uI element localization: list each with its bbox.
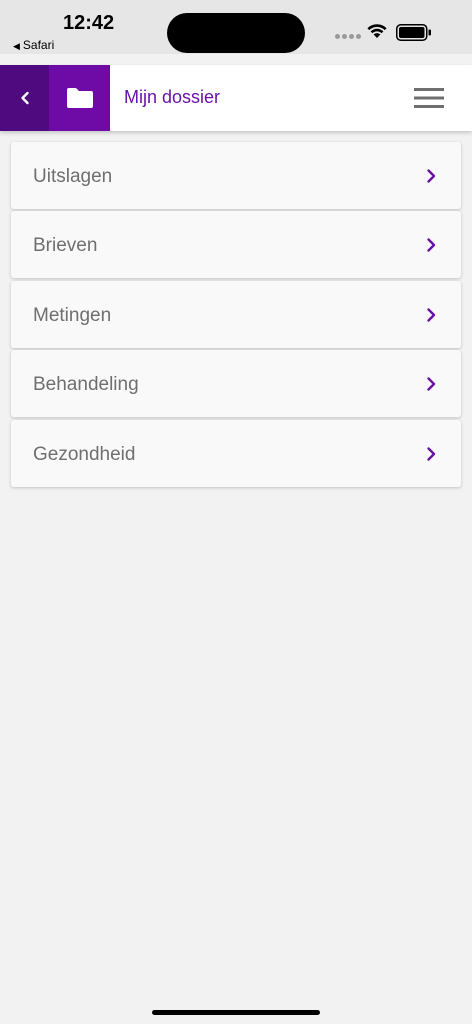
list-item-label: Uitslagen: [33, 166, 113, 187]
battery-icon: [396, 24, 431, 41]
page-title: Mijn dossier: [124, 87, 221, 107]
status-time: 12:42: [63, 12, 115, 34]
chevron-right-icon: [427, 377, 436, 391]
chevron-right-icon: [427, 446, 436, 461]
hamburger-menu-button[interactable]: [404, 79, 454, 117]
dynamic-island: [167, 13, 305, 53]
list-item-label: Brieven: [33, 235, 98, 257]
app-header: Mijn dossier: [0, 65, 472, 131]
list-item-brieven[interactable]: Brieven: [11, 211, 461, 279]
back-button[interactable]: [0, 65, 49, 131]
back-to-app-link[interactable]: ◀ Safari: [13, 38, 54, 52]
cellular-signal-icon: [335, 34, 361, 39]
back-app-label: Safari: [22, 38, 55, 52]
list-item-metingen[interactable]: Metingen: [11, 280, 461, 348]
status-bar: 12:42 ◀ Safari: [0, 0, 472, 54]
chevron-right-icon: [427, 169, 436, 183]
folder-icon: [66, 88, 93, 108]
wifi-icon: [367, 24, 387, 38]
chevron-right-icon: [427, 238, 436, 253]
list-item-behandeling[interactable]: Behandeling: [11, 350, 461, 418]
list-item-gezondheid[interactable]: Gezondheid: [11, 419, 461, 487]
chevron-left-icon: [20, 91, 29, 105]
list-item-label: Metingen: [33, 304, 112, 326]
home-indicator[interactable]: [152, 1010, 320, 1015]
back-triangle-icon: ◀: [13, 41, 20, 51]
list-item-uitslagen[interactable]: Uitslagen: [11, 142, 461, 209]
dossier-menu-list: Uitslagen Brieven Metingen Behandeling G…: [11, 142, 461, 489]
list-item-label: Behandeling: [33, 374, 139, 396]
list-item-label: Gezondheid: [33, 443, 136, 465]
hamburger-menu-icon: [414, 88, 444, 108]
section-icon-box: [49, 65, 110, 131]
chevron-right-icon: [427, 308, 436, 322]
